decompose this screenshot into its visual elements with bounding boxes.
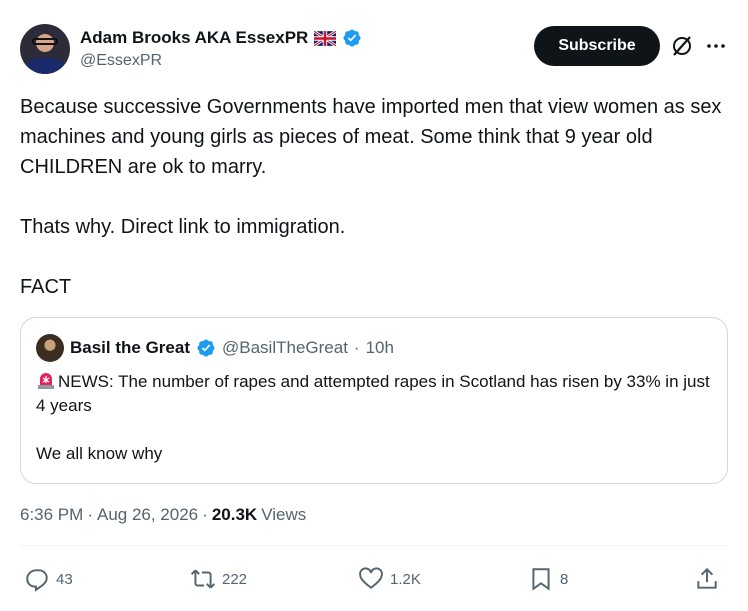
avatar-glasses: [32, 38, 58, 45]
quoted-author-name: Basil the Great: [70, 338, 190, 357]
repost-button[interactable]: 222: [190, 564, 247, 594]
author-names: Adam Brooks AKA EssexPR @EssexPR: [80, 26, 362, 70]
separator-dot: ·: [353, 338, 360, 357]
author-name-row: Adam Brooks AKA EssexPR: [80, 26, 362, 50]
author-handle[interactable]: @EssexPR: [80, 52, 362, 70]
views-label: Views: [261, 505, 307, 524]
quoted-tweet[interactable]: Basil the Great @BasilTheGreat · 10h NEW…: [20, 317, 728, 484]
tweet-meta: 6:36 PM · Aug 26, 2026 · 20.3K Views: [20, 505, 306, 525]
tweet-paragraph: FACT: [20, 276, 72, 298]
tweet-text: Because successive Governments have impo…: [20, 92, 728, 302]
share-button[interactable]: [694, 564, 720, 594]
like-count: 1.2K: [390, 570, 421, 588]
tweet-date[interactable]: Aug 26, 2026: [97, 505, 198, 525]
views-count: 20.3K: [211, 505, 258, 524]
quoted-author-avatar: [36, 334, 64, 362]
bookmark-count: 8: [560, 570, 569, 588]
separator-dot: ·: [202, 505, 208, 524]
divider: [20, 545, 728, 546]
tweet-time[interactable]: 6:36 PM: [20, 505, 83, 525]
verified-badge-icon: [197, 339, 215, 357]
repost-count: 222: [222, 570, 248, 588]
avatar-shirt: [26, 58, 64, 74]
repost-icon: [190, 569, 216, 589]
verified-badge-icon: [343, 29, 361, 47]
quoted-author-handle: @BasilTheGreat: [222, 338, 348, 357]
quoted-tweet-time: 10h: [365, 338, 394, 357]
more-icon[interactable]: [704, 34, 728, 58]
tweet-paragraph: Thats why. Direct link to immigration.: [20, 216, 346, 238]
bookmark-icon: [532, 568, 550, 591]
share-icon: [697, 567, 717, 589]
reply-count: 43: [56, 570, 73, 588]
like-button[interactable]: 1.2K: [358, 564, 421, 594]
author-avatar[interactable]: [20, 24, 70, 74]
tweet-header: Adam Brooks AKA EssexPR @EssexPR Subscri…: [20, 24, 728, 76]
like-icon: [359, 567, 383, 589]
quoted-tweet-text: NEWS: The number of rapes and attempted …: [36, 370, 716, 466]
action-bar: 43 222 1.2K 8: [24, 564, 724, 594]
reply-button[interactable]: 43: [24, 564, 73, 594]
subscribe-button[interactable]: Subscribe: [534, 26, 660, 66]
tweet-paragraph: Because successive Governments have impo…: [20, 96, 722, 178]
siren-icon: [38, 373, 54, 389]
separator-dot: ·: [87, 505, 93, 524]
quoted-line: NEWS: The number of rapes and attempted …: [36, 370, 716, 418]
reply-icon: [26, 569, 48, 592]
uk-flag-icon: [314, 30, 337, 46]
quoted-line-text: NEWS: The number of rapes and attempted …: [36, 372, 710, 415]
bookmark-button[interactable]: 8: [528, 564, 568, 594]
grok-icon[interactable]: [670, 34, 694, 58]
quoted-line: We all know why: [36, 444, 163, 463]
quoted-tweet-header: Basil the Great @BasilTheGreat · 10h: [36, 334, 394, 362]
author-display-name[interactable]: Adam Brooks AKA EssexPR: [80, 28, 308, 48]
